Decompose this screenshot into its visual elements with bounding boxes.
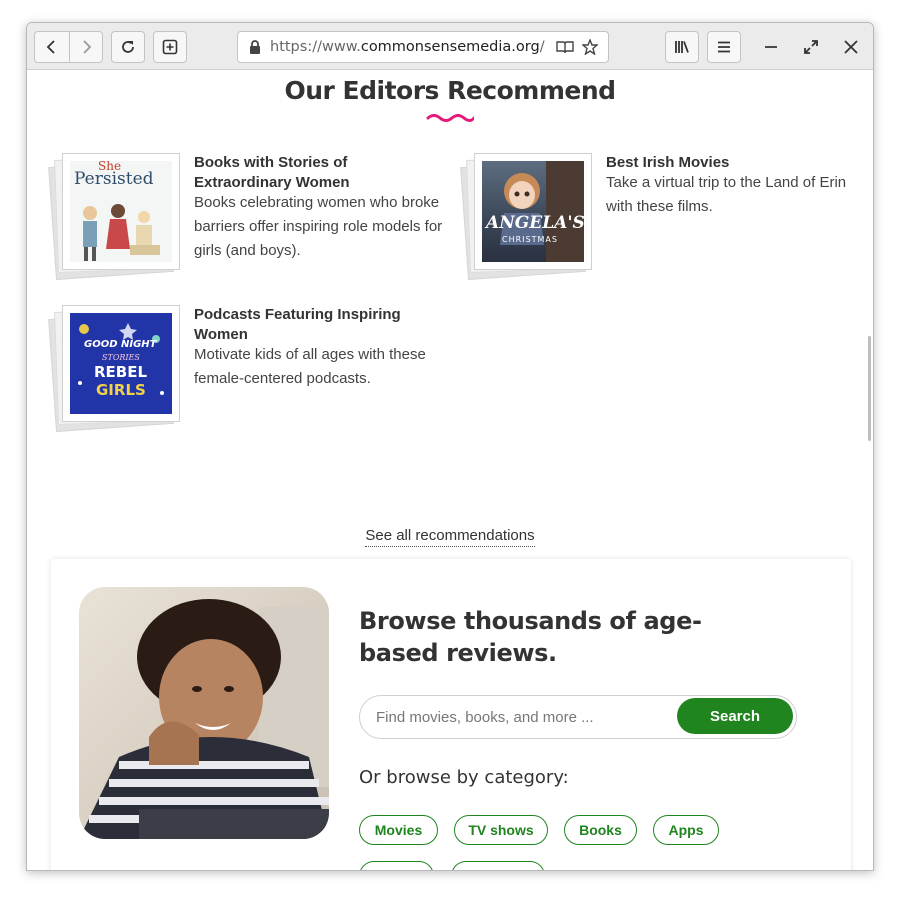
- back-button[interactable]: [35, 32, 69, 62]
- browse-category-heading: Or browse by category:: [359, 767, 569, 788]
- category-pill-partial[interactable]: [359, 861, 434, 870]
- section-title: Our Editors Recommend: [284, 76, 616, 105]
- new-tab-button[interactable]: [153, 31, 187, 63]
- close-icon: [844, 40, 858, 54]
- lock-icon: [250, 40, 260, 54]
- nav-buttons: [34, 31, 103, 63]
- recommendation-description: Books celebrating women who broke barrie…: [194, 194, 443, 259]
- browser-toolbar: https://www.commonsensemedia.org/: [27, 23, 873, 70]
- category-pill-partial[interactable]: [451, 861, 545, 870]
- arrow-right-icon: [83, 40, 92, 54]
- hamburger-icon: [718, 41, 730, 53]
- cover-image-angelas-christmas: ANGELA'S CHRISTMAS: [482, 161, 584, 262]
- recommendation-title[interactable]: Best Irish Movies: [606, 153, 856, 173]
- squiggle-decoration: [426, 114, 474, 122]
- search-box: Search: [359, 695, 797, 739]
- minimize-button[interactable]: [759, 35, 783, 59]
- recommendation-card[interactable]: ANGELA'S CHRISTMAS Best Irish Movies Tak…: [460, 153, 856, 283]
- see-all-recommendations-link[interactable]: See all recommendations: [365, 527, 535, 547]
- star-icon[interactable]: [582, 39, 598, 55]
- category-apps[interactable]: Apps: [653, 815, 719, 845]
- forward-button[interactable]: [68, 32, 103, 62]
- close-window-button[interactable]: [839, 35, 863, 59]
- see-all-recommendations-wrap: See all recommendations: [27, 527, 873, 547]
- address-bar[interactable]: https://www.commonsensemedia.org/: [237, 31, 609, 63]
- page-content: Our Editors Recommend She Persisted Book…: [27, 71, 873, 870]
- url-text: https://www.commonsensemedia.org/: [270, 39, 545, 55]
- recommendation-title[interactable]: Podcasts Featuring Inspiring Women: [194, 305, 444, 345]
- recommendation-card[interactable]: GOOD NIGHT STORIES REBEL GIRLS Podcasts …: [48, 305, 444, 435]
- category-books[interactable]: Books: [564, 815, 637, 845]
- maximize-button[interactable]: [799, 35, 823, 59]
- maximize-icon: [804, 40, 818, 54]
- plus-square-icon: [162, 39, 178, 55]
- reload-button[interactable]: [111, 31, 145, 63]
- recommendation-card[interactable]: She Persisted Books with Stories of Extr…: [48, 153, 444, 283]
- category-movies[interactable]: Movies: [359, 815, 438, 845]
- browser-window: https://www.commonsensemedia.org/ Our Ed…: [26, 22, 874, 871]
- category-tv-shows[interactable]: TV shows: [454, 815, 548, 845]
- arrow-left-icon: [46, 40, 55, 54]
- browse-card: Browse thousands of age-based reviews. S…: [51, 559, 851, 870]
- cover-image-rebel-girls: GOOD NIGHT STORIES REBEL GIRLS: [70, 313, 172, 414]
- library-icon: [675, 41, 689, 53]
- book-cover-stack[interactable]: She Persisted: [48, 153, 182, 280]
- scrollbar-thumb[interactable]: [868, 336, 871, 441]
- recommendation-description: Motivate kids of all ages with these fem…: [194, 346, 426, 387]
- browse-title: Browse thousands of age-based reviews.: [359, 607, 702, 667]
- reload-icon: [122, 41, 134, 53]
- recommendation-title[interactable]: Books with Stories of Extraordinary Wome…: [194, 153, 444, 193]
- reader-view-icon[interactable]: [556, 39, 574, 55]
- recommendation-description: Take a virtual trip to the Land of Erin …: [606, 174, 847, 215]
- menu-button[interactable]: [707, 31, 741, 63]
- cover-image-she-persisted: She Persisted: [70, 161, 172, 262]
- child-photo: [79, 587, 329, 839]
- podcast-cover-stack[interactable]: GOOD NIGHT STORIES REBEL GIRLS: [48, 305, 182, 432]
- minimize-icon: [765, 46, 777, 48]
- movie-poster-stack[interactable]: ANGELA'S CHRISTMAS: [460, 153, 594, 280]
- library-button[interactable]: [665, 31, 699, 63]
- search-button[interactable]: Search: [677, 698, 793, 734]
